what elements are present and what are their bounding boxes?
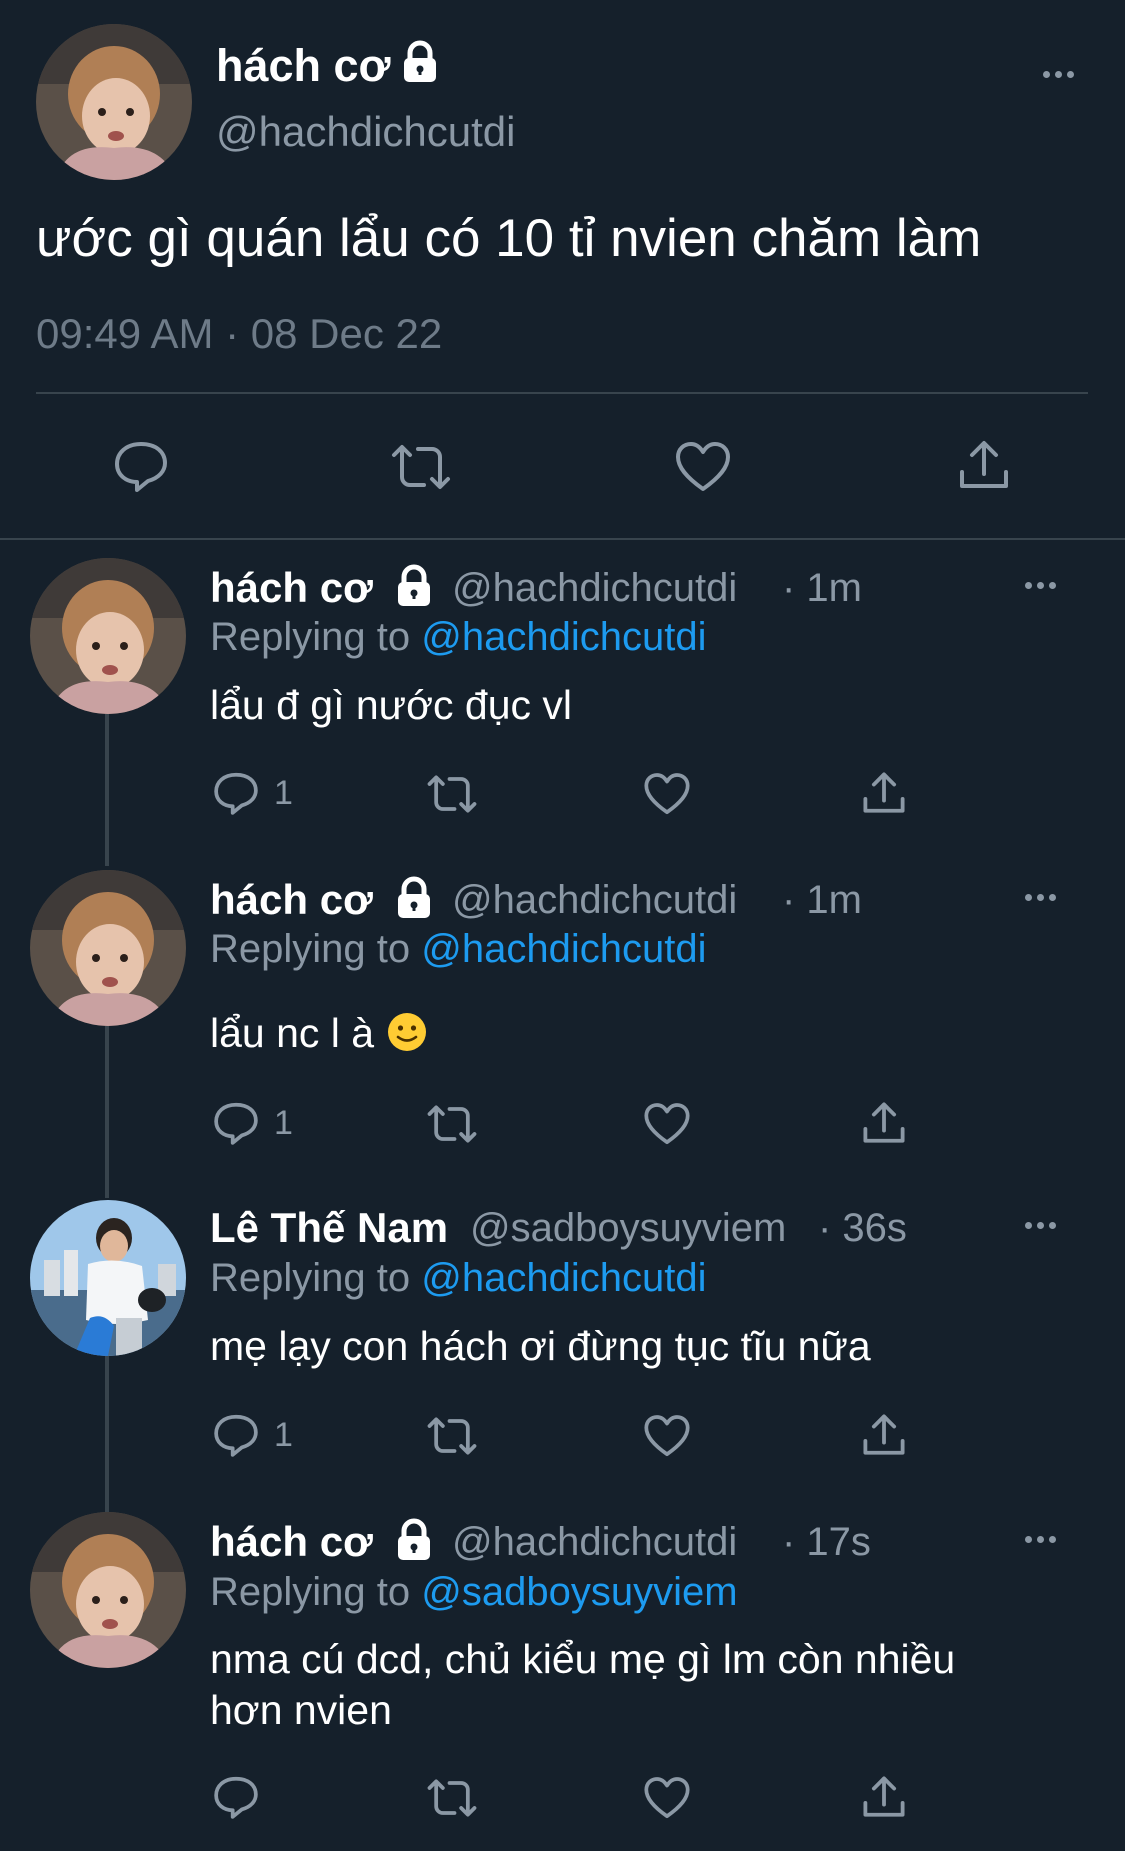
reply-text: lẩu nc l à — [210, 1010, 375, 1056]
retweet-icon[interactable] — [424, 1778, 480, 1818]
retweet-icon[interactable] — [424, 1416, 480, 1456]
share-icon[interactable] — [862, 770, 906, 816]
reply-icon[interactable] — [212, 770, 260, 816]
retweet-icon[interactable] — [424, 774, 480, 814]
share-icon[interactable] — [862, 1774, 906, 1820]
replying-to-label: Replying to @hachdichcutdi — [210, 615, 707, 659]
reply-text: mẹ lạy con hách ơi đừng tục tĩu nữa — [210, 1323, 871, 1369]
avatar[interactable] — [30, 558, 186, 714]
like-icon[interactable] — [643, 1102, 691, 1146]
lock-icon — [392, 564, 436, 608]
reply-icon[interactable] — [212, 1100, 260, 1146]
replying-to-label: Replying to @hachdichcutdi — [210, 927, 707, 971]
reply-author-name[interactable]: Lê Thế Nam — [210, 1204, 448, 1252]
author-name[interactable]: hách cơ — [216, 40, 391, 92]
reply-time: · 1m — [782, 566, 862, 610]
replying-to-link[interactable]: @sadboysuyviem — [421, 1570, 737, 1614]
more-options-icon[interactable] — [1025, 1222, 1056, 1229]
reply-author-name[interactable]: hách cơ — [210, 876, 373, 924]
share-icon[interactable] — [862, 1100, 906, 1146]
divider — [36, 392, 1088, 394]
tweet-text: ước gì quán lẩu có 10 tỉ nvien chăm làm — [36, 209, 982, 268]
share-icon[interactable] — [958, 438, 1010, 492]
reply-author-handle[interactable]: @hachdichcutdi — [452, 566, 737, 611]
more-options-icon[interactable] — [1025, 582, 1056, 589]
reply-time: · 1m — [782, 878, 862, 922]
like-icon[interactable] — [643, 772, 691, 816]
retweet-icon[interactable] — [388, 443, 454, 491]
replying-to-link[interactable]: @hachdichcutdi — [421, 927, 706, 971]
reply-count: 1 — [274, 1104, 293, 1142]
tweet-timestamp: 09:49 AM · 08 Dec 22 — [36, 310, 443, 357]
section-divider — [0, 538, 1125, 540]
author-handle[interactable]: @hachdichcutdi — [216, 108, 515, 156]
share-icon[interactable] — [862, 1412, 906, 1458]
more-options-icon[interactable] — [1025, 1536, 1056, 1543]
replying-to-link[interactable]: @hachdichcutdi — [421, 615, 706, 659]
thread-line — [105, 1024, 109, 1198]
like-icon[interactable] — [643, 1776, 691, 1820]
retweet-icon[interactable] — [424, 1104, 480, 1144]
thread-line — [105, 1354, 109, 1512]
reply-author-name[interactable]: hách cơ — [210, 1518, 373, 1566]
reply-author-handle[interactable]: @hachdichcutdi — [452, 1520, 737, 1565]
reply-time: · 36s — [818, 1206, 907, 1250]
reply-author-handle[interactable]: @sadboysuyviem — [470, 1206, 786, 1251]
lock-icon — [392, 876, 436, 920]
reply-icon[interactable] — [112, 440, 170, 492]
more-options-icon[interactable] — [1025, 894, 1056, 901]
more-options-icon[interactable] — [1043, 71, 1074, 78]
reply-count: 1 — [274, 1416, 293, 1454]
avatar[interactable] — [30, 1512, 186, 1668]
reply-time: · 17s — [782, 1520, 871, 1564]
avatar-main[interactable] — [36, 24, 192, 180]
avatar[interactable] — [30, 1200, 186, 1356]
lock-icon — [392, 1518, 436, 1562]
lock-icon — [398, 40, 442, 84]
reply-text-line: hơn nvien — [210, 1687, 392, 1733]
reply-text: nma cú dcd, chủ kiểu mẹ gì lm còn nhiều … — [210, 1634, 955, 1736]
like-icon[interactable] — [643, 1414, 691, 1458]
smiling-face-icon — [386, 1011, 428, 1065]
reply-author-name[interactable]: hách cơ — [210, 564, 373, 612]
like-icon[interactable] — [674, 441, 732, 493]
reply-author-handle[interactable]: @hachdichcutdi — [452, 878, 737, 923]
reply-text-row: lẩu nc l à — [210, 1008, 428, 1065]
reply-icon[interactable] — [212, 1412, 260, 1458]
replying-to-link[interactable]: @hachdichcutdi — [421, 1256, 706, 1300]
replying-to-label: Replying to @sadboysuyviem — [210, 1570, 738, 1614]
reply-text: lẩu đ gì nước đục vl — [210, 682, 573, 728]
thread-line — [105, 712, 109, 866]
replying-to-label: Replying to @hachdichcutdi — [210, 1256, 707, 1300]
avatar[interactable] — [30, 870, 186, 1026]
reply-text-line: nma cú dcd, chủ kiểu mẹ gì lm còn nhiều — [210, 1636, 956, 1682]
reply-icon[interactable] — [212, 1774, 260, 1820]
reply-count: 1 — [274, 774, 293, 812]
